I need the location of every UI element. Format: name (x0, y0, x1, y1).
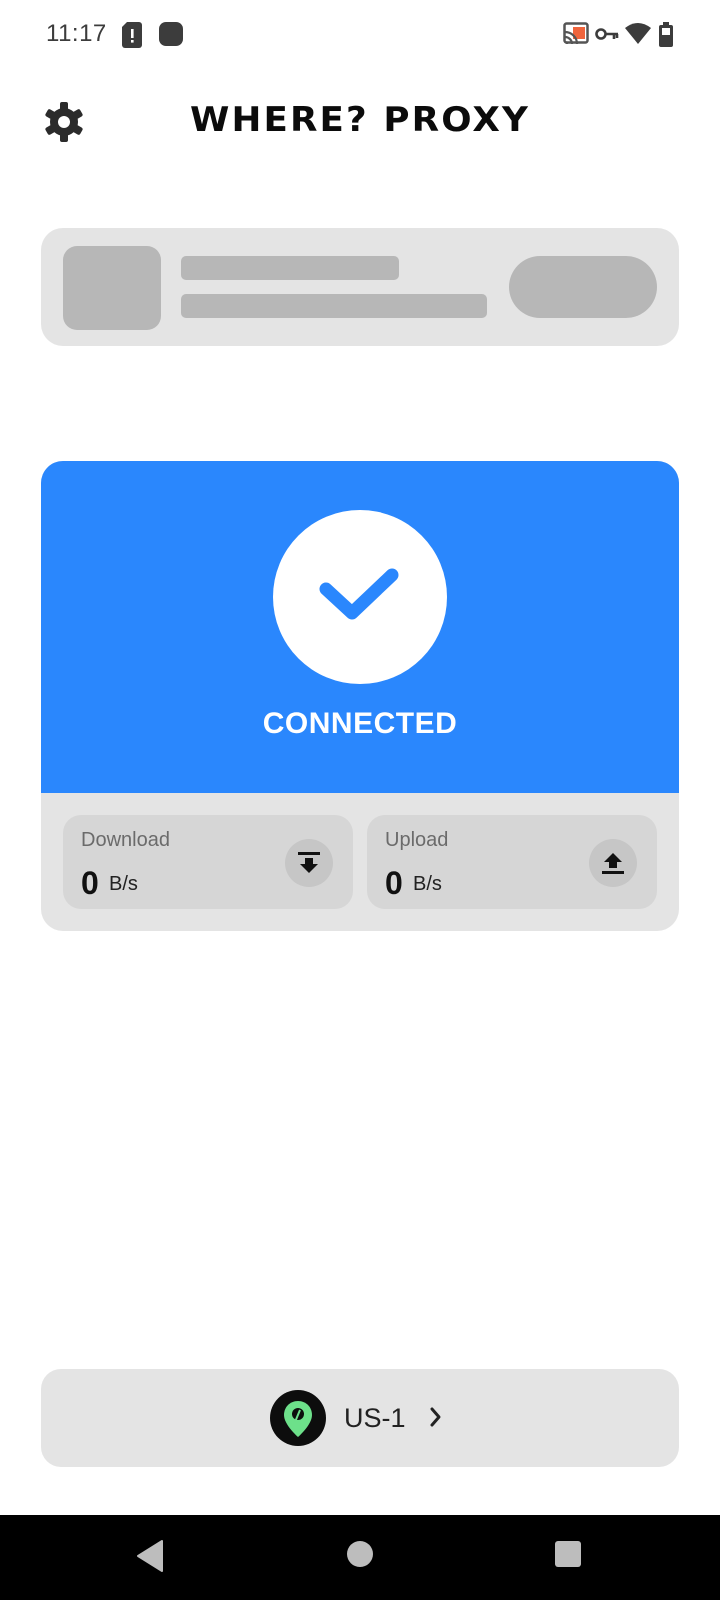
loading-placeholder-card (41, 228, 679, 346)
home-icon[interactable] (345, 1539, 375, 1574)
app-title: WHERE? PROXY (190, 100, 530, 140)
download-value: 0 (81, 865, 99, 901)
upload-icon (589, 839, 637, 887)
download-label: Download (81, 829, 170, 851)
status-time: 11:17 (46, 20, 107, 47)
screen: 11:17 WHERE? PROXY CONNECTED Download 0 … (0, 0, 720, 1600)
chevron-right-icon (429, 1406, 443, 1433)
upload-unit: B/s (413, 873, 442, 895)
wifi-icon (625, 22, 651, 44)
upload-label: Upload (385, 829, 449, 851)
placeholder-thumbnail (63, 246, 161, 330)
status-bar: 11:17 (0, 0, 720, 72)
upload-value: 0 (385, 865, 403, 901)
server-selector[interactable]: US-1 (41, 1369, 679, 1467)
back-icon[interactable] (136, 1539, 164, 1578)
server-name: US-1 (344, 1403, 406, 1433)
recents-icon[interactable] (553, 1539, 583, 1574)
connection-status: CONNECTED (262, 707, 458, 740)
placeholder-button (509, 256, 657, 318)
download-icon (285, 839, 333, 887)
location-pin-icon (270, 1390, 326, 1446)
download-unit: B/s (109, 873, 138, 895)
battery-icon (659, 22, 673, 47)
connection-card: CONNECTED Download 0 B/s Upload 0 B/s (41, 461, 679, 931)
checkmark-icon (319, 568, 399, 620)
download-stat: Download 0 B/s (63, 815, 353, 909)
upload-stat: Upload 0 B/s (367, 815, 657, 909)
placeholder-line (181, 256, 399, 280)
connect-toggle[interactable]: CONNECTED (41, 461, 679, 793)
sim-alert-icon (122, 22, 142, 48)
app-notification-icon (159, 22, 183, 46)
vpn-key-icon (595, 27, 619, 41)
placeholder-line (181, 294, 487, 318)
status-circle (273, 510, 447, 684)
navigation-bar (0, 1515, 720, 1600)
cast-icon (563, 22, 589, 44)
